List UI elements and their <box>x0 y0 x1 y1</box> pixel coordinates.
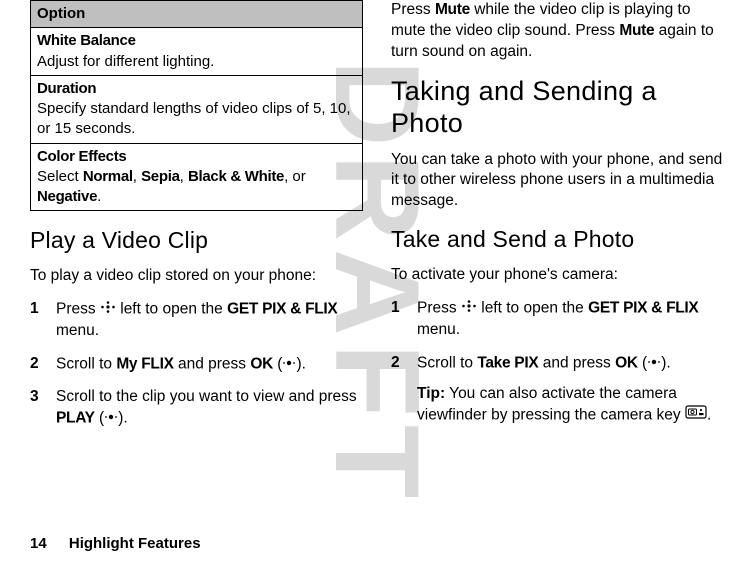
list-item: Press left to open the GET PIX & FLIX me… <box>391 298 724 340</box>
table-header-row: Option <box>31 1 363 28</box>
list-item: Scroll to the clip you want to view and … <box>30 387 363 429</box>
mute-paragraph: Press Mute while the video clip is playi… <box>391 0 724 63</box>
option-body: Specify standard lengths of video clips … <box>37 99 356 140</box>
section-name: Highlight Features <box>69 535 201 552</box>
tip-block: Tip: You can also activate the camera vi… <box>417 384 724 426</box>
heading-take-send: Take and Send a Photo <box>391 224 724 255</box>
nav-key-icon <box>100 299 116 320</box>
table-header: Option <box>31 1 363 28</box>
option-head: Color Effects <box>37 147 356 167</box>
camera-key-icon <box>685 405 707 426</box>
list-item: Press left to open the GET PIX & FLIX me… <box>30 299 363 341</box>
steps-list: Press left to open the GET PIX & FLIX me… <box>30 299 363 429</box>
option-body: Adjust for different lighting. <box>37 52 356 72</box>
option-body: Select Normal, Sepia, Black & White, or … <box>37 167 356 208</box>
tip-label: Tip: <box>417 385 445 402</box>
page-footer: 14 Highlight Features <box>30 535 201 552</box>
center-key-icon <box>282 354 296 375</box>
heading-play-video: Play a Video Clip <box>30 225 363 256</box>
center-key-icon <box>647 353 661 374</box>
intro-text: To play a video clip stored on your phon… <box>30 266 363 287</box>
list-item: Scroll to My FLIX and press OK (). <box>30 354 363 375</box>
photo-intro: You can take a photo with your phone, an… <box>391 150 724 213</box>
table-row: Color Effects Select Normal, Sepia, Blac… <box>31 143 363 211</box>
center-key-icon <box>104 408 118 429</box>
table-row: White Balance Adjust for different light… <box>31 28 363 76</box>
left-column: Option White Balance Adjust for differen… <box>30 0 363 520</box>
list-item: Scroll to Take PIX and press OK (). Tip:… <box>391 353 724 427</box>
steps-list: Press left to open the GET PIX & FLIX me… <box>391 298 724 426</box>
table-row: Duration Specify standard lengths of vid… <box>31 75 363 143</box>
right-column: Press Mute while the video clip is playi… <box>391 0 724 520</box>
page-columns: Option White Balance Adjust for differen… <box>0 0 754 520</box>
nav-key-icon <box>461 298 477 319</box>
page-number: 14 <box>30 535 47 552</box>
option-head: White Balance <box>37 31 356 51</box>
option-head: Duration <box>37 79 356 99</box>
heading-taking-photo: Taking and Sending a Photo <box>391 75 724 140</box>
camera-intro: To activate your phone's camera: <box>391 265 724 286</box>
options-table: Option White Balance Adjust for differen… <box>30 0 363 211</box>
